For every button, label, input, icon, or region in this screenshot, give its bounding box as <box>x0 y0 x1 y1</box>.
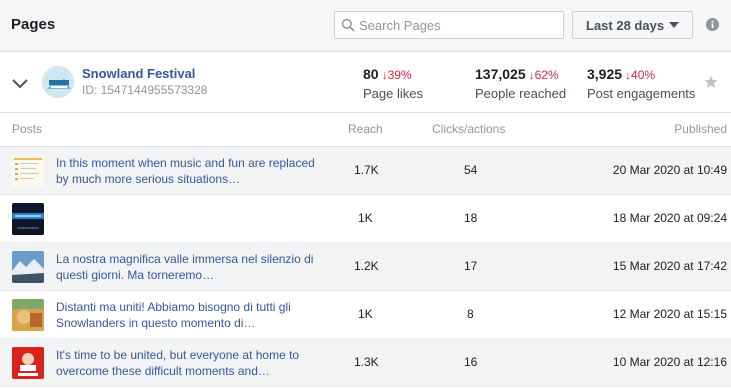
chevron-down-icon[interactable] <box>12 79 28 89</box>
top-bar: Pages Last 28 days <box>0 0 731 52</box>
column-header-published[interactable]: Published <box>674 122 727 136</box>
page-title: Pages <box>11 16 56 33</box>
reach-value: 1K <box>358 211 373 225</box>
clicks-value: 8 <box>467 307 474 321</box>
column-header-clicks[interactable]: Clicks/actions <box>432 122 505 136</box>
post-thumbnail[interactable] <box>12 299 44 331</box>
stat-people-reached: 137,025 ↓62% People reached <box>475 66 566 101</box>
search-icon <box>341 18 355 32</box>
stat-label: People reached <box>475 86 567 101</box>
search-box[interactable] <box>334 11 564 39</box>
published-date: 12 Mar 2020 at 15:15 <box>612 307 727 321</box>
published-date: 20 Mar 2020 at 10:49 <box>612 163 727 177</box>
reach-value: 1K <box>358 307 373 321</box>
published-date: 15 Mar 2020 at 17:42 <box>612 259 727 273</box>
video-thumbnail-icon <box>12 203 44 235</box>
published-date: 10 Mar 2020 at 12:16 <box>612 355 727 369</box>
reach-value: 1.2K <box>354 259 379 273</box>
photo-thumbnail-icon <box>12 347 44 379</box>
post-thumbnail[interactable] <box>12 347 44 379</box>
stat-value: 137,025 <box>475 66 526 82</box>
stat-page-likes: 80 ↓39% Page likes <box>363 66 423 101</box>
post-text-link[interactable]: Distanti ma uniti! Abbiamo bisogno di tu… <box>56 299 316 331</box>
stat-delta: ↓40% <box>625 68 656 82</box>
info-icon[interactable] <box>706 18 719 31</box>
table-row[interactable]: Distanti ma uniti! Abbiamo bisogno di tu… <box>0 291 731 339</box>
stat-value: 80 <box>363 66 379 82</box>
clicks-value: 17 <box>464 259 478 273</box>
published-date: 18 Mar 2020 at 09:24 <box>612 211 727 225</box>
stat-delta: ↓39% <box>381 68 412 82</box>
clicks-value: 16 <box>464 355 478 369</box>
stat-label: Post engagements <box>587 86 696 101</box>
stat-label: Page likes <box>363 86 423 101</box>
stat-post-engagements: 3,925 ↓40% Post engagements <box>587 66 695 101</box>
photo-thumbnail-icon <box>12 299 44 331</box>
post-text-link[interactable]: It's time to be united, but everyone at … <box>56 347 316 379</box>
date-range-label: Last 28 days <box>586 18 665 33</box>
stat-delta: ↓62% <box>528 68 559 82</box>
column-header-reach[interactable]: Reach <box>348 122 383 136</box>
post-text-link[interactable]: In this moment when music and fun are re… <box>56 155 316 187</box>
post-thumbnail[interactable] <box>12 203 44 235</box>
stat-value: 3,925 <box>587 66 623 82</box>
star-icon[interactable] <box>704 75 718 89</box>
reach-value: 1.3K <box>354 355 379 369</box>
column-header-posts[interactable]: Posts <box>12 122 42 136</box>
post-thumbnail[interactable] <box>12 251 44 283</box>
photo-thumbnail-icon <box>12 251 44 283</box>
clicks-value: 18 <box>464 211 478 225</box>
page-avatar[interactable] <box>42 66 74 98</box>
post-thumbnail[interactable] <box>12 155 44 187</box>
caret-down-icon <box>669 22 679 28</box>
table-row[interactable]: It's time to be united, but everyone at … <box>0 339 731 387</box>
table-row[interactable]: 1K 18 18 Mar 2020 at 09:24 <box>0 195 731 243</box>
page-name-link[interactable]: Snowland Festival <box>82 66 195 81</box>
table-row[interactable]: La nostra magnifica valle immersa nel si… <box>0 243 731 291</box>
clicks-value: 54 <box>464 163 478 177</box>
date-range-dropdown[interactable]: Last 28 days <box>572 11 693 39</box>
search-input[interactable] <box>359 14 559 36</box>
reach-value: 1.7K <box>354 163 379 177</box>
document-thumbnail-icon <box>12 155 44 187</box>
post-text-link[interactable]: La nostra magnifica valle immersa nel si… <box>56 251 316 283</box>
page-id: ID: 1547144955573328 <box>82 83 208 97</box>
table-header: Posts Reach Clicks/actions Published <box>0 113 731 147</box>
table-row[interactable]: In this moment when music and fun are re… <box>0 147 731 195</box>
